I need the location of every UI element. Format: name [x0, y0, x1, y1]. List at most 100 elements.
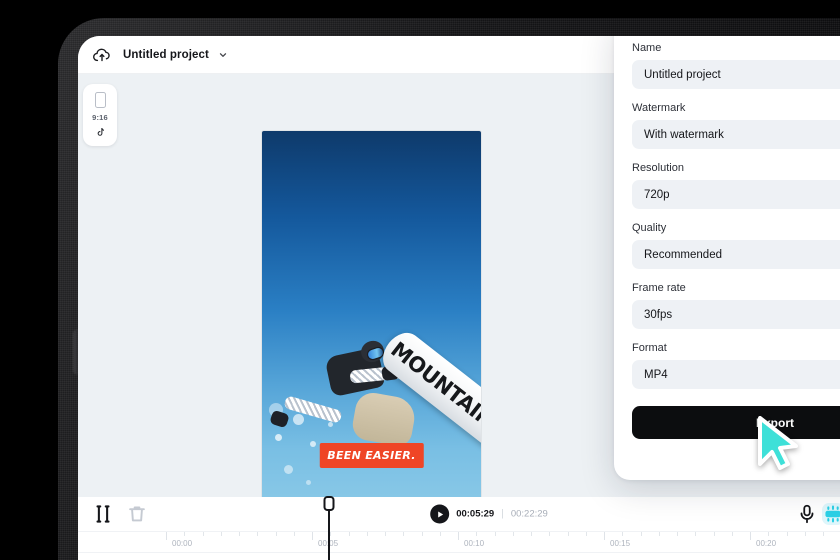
ruler-tick-minor [275, 532, 277, 536]
ruler-tick-minor [202, 532, 204, 536]
ruler-tick-minor [220, 532, 222, 536]
playback-controls: 00:05:29 | 00:22:29 [430, 504, 548, 524]
ruler-label: 00:10 [464, 539, 485, 548]
snow-spray [283, 464, 293, 474]
microphone-glyph [800, 504, 814, 524]
aspect-ratio-card[interactable]: 9:16 [83, 84, 117, 146]
label-watermark: Watermark [632, 102, 686, 114]
value-watermark: With watermark [644, 128, 724, 141]
ruler-tick-minor [385, 532, 386, 536]
export-button[interactable]: Export [632, 406, 840, 439]
portrait-frame-icon [94, 92, 106, 108]
screenshot-root: Untitled project 100% [0, 0, 840, 560]
ruler-tick-minor [403, 532, 405, 536]
value-resolution: 720p [644, 188, 670, 201]
playhead[interactable] [323, 496, 335, 560]
snowboarder-glove [269, 410, 290, 429]
ruler-tick-minor [293, 532, 295, 536]
timeline-toolbar: 00:05:29 | 00:22:29 [78, 497, 840, 531]
value-quality: Recommended [644, 248, 722, 261]
value-format: MP4 [644, 368, 668, 381]
select-frame-rate[interactable]: 30fps [632, 300, 840, 329]
ruler-tick-minor [658, 532, 660, 536]
left-rail: 9:16 [78, 74, 122, 497]
chevron-down-icon[interactable] [218, 50, 228, 60]
timeline-tracks[interactable] [78, 553, 840, 560]
microphone-icon[interactable] [796, 503, 818, 525]
field-group-name: Name Untitled project [632, 42, 840, 89]
field-group-frame-rate: Frame rate 30fps [632, 282, 840, 329]
ruler-tick-major [458, 532, 459, 540]
timeline-ruler[interactable]: 00:0000:0500:1000:1500:20 [78, 531, 840, 553]
ruler-tick-minor [677, 532, 678, 536]
trash-icon[interactable] [126, 503, 148, 525]
ruler-label: 00:00 [172, 539, 193, 548]
ruler-tick-minor [494, 532, 496, 536]
ruler-tick-minor [421, 532, 423, 536]
video-preview[interactable]: MOUNTAIN BEEN EASIER. [262, 131, 481, 519]
ruler-tick-minor [585, 532, 587, 536]
playhead-handle[interactable] [323, 496, 335, 511]
input-name[interactable]: Untitled project [632, 60, 840, 89]
ruler-label: 00:20 [756, 539, 777, 548]
timeline-right-tools [796, 503, 840, 525]
ruler-tick-minor [567, 532, 569, 536]
timeline: 00:05:29 | 00:22:29 00:00 00:10 00:15 00… [78, 496, 840, 560]
snow-spray [275, 433, 283, 441]
ruler-tick-minor [622, 532, 624, 536]
trash-glyph [129, 506, 145, 522]
ruler-tick-minor [184, 532, 186, 536]
ruler-tick-minor [731, 532, 733, 536]
video-caption-text: BEEN EASIER. [327, 449, 416, 463]
ruler-tick-minor [366, 532, 368, 536]
video-editor-window: Untitled project 100% [78, 36, 840, 560]
play-triangle [437, 511, 443, 517]
label-frame-rate: Frame rate [632, 282, 686, 294]
label-quality: Quality [632, 222, 667, 234]
ruler-tick-major [604, 532, 605, 540]
snowboarder-pants [350, 389, 418, 448]
cloud-upload-icon[interactable] [92, 45, 112, 65]
snow-spray [305, 480, 311, 486]
time-separator: | [501, 508, 504, 520]
select-resolution[interactable]: 720p [632, 180, 840, 209]
field-group-resolution: Resolution 720p [632, 162, 840, 209]
ruler-tick-minor [768, 532, 770, 536]
ruler-tick-major [312, 532, 313, 540]
ruler-tick-minor [439, 532, 441, 536]
split-glyph [96, 505, 110, 523]
tiktok-icon [97, 128, 104, 136]
ruler-tick-minor [531, 532, 532, 536]
select-quality[interactable]: Recommended [632, 240, 840, 269]
play-icon[interactable] [430, 504, 450, 524]
ruler-tick-minor [348, 532, 350, 536]
captions-glyph [825, 505, 840, 523]
current-time: 00:05:29 [456, 508, 495, 520]
ruler-tick-minor [476, 532, 478, 536]
split-clip-icon[interactable] [92, 503, 114, 525]
value-name: Untitled project [644, 68, 721, 81]
ruler-tick-minor [239, 532, 240, 536]
ruler-tick-minor [640, 532, 642, 536]
captions-icon[interactable] [822, 503, 840, 525]
ruler-tick-minor [823, 532, 824, 536]
field-group-format: Format MP4 [632, 342, 840, 389]
snow-spray [310, 441, 317, 448]
ruler-label: 00:15 [610, 539, 631, 548]
total-time: 00:22:29 [510, 508, 548, 520]
ruler-tick-minor [330, 532, 332, 536]
ruler-tick-minor [713, 532, 715, 536]
select-watermark[interactable]: With watermark [632, 120, 840, 149]
video-caption[interactable]: BEEN EASIER. [319, 443, 424, 469]
ruler-tick-minor [257, 532, 259, 536]
project-title[interactable]: Untitled project [123, 49, 209, 61]
label-resolution: Resolution [632, 162, 684, 174]
value-frame-rate: 30fps [644, 308, 673, 321]
label-format: Format [632, 342, 667, 354]
field-group-watermark: Watermark With watermark [632, 102, 840, 149]
ruler-tick-minor [804, 532, 806, 536]
select-format[interactable]: MP4 [632, 360, 840, 389]
field-group-quality: Quality Recommended [632, 222, 840, 269]
label-name: Name [632, 42, 662, 54]
ruler-tick-minor [786, 532, 788, 536]
